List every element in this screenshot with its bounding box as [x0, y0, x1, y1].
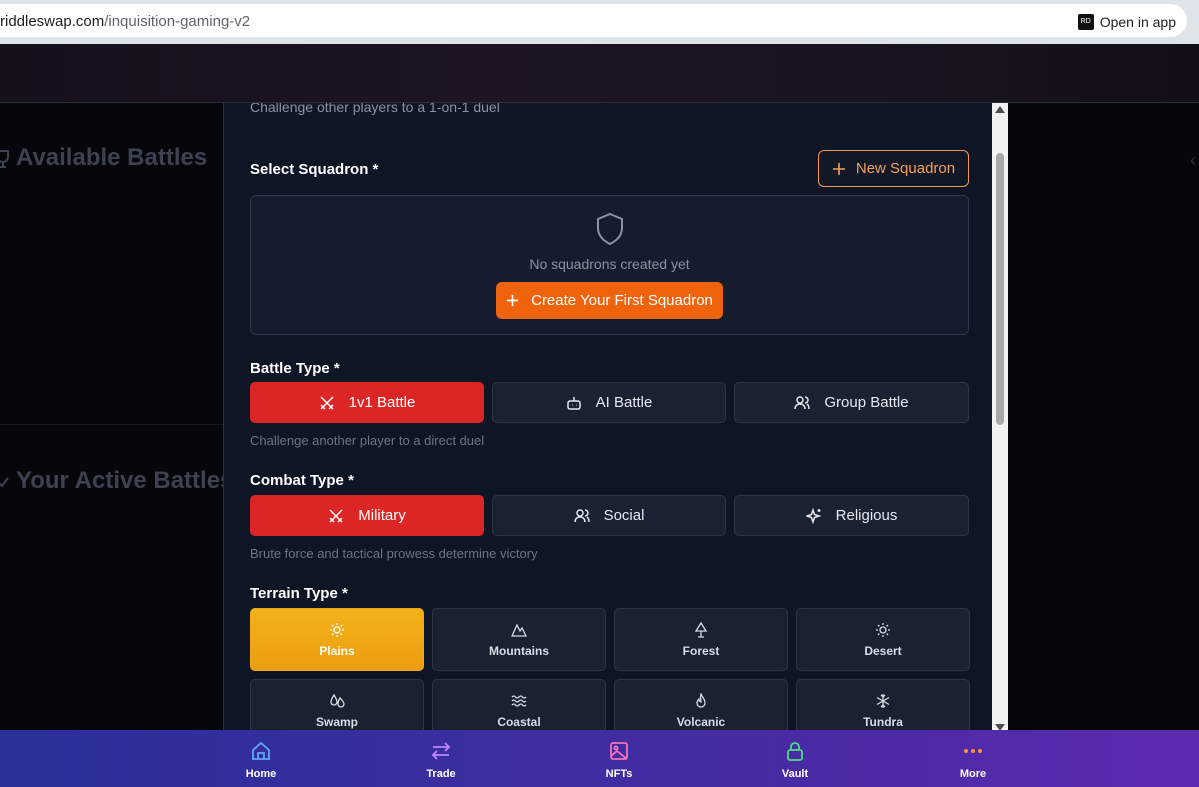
terrain-forest[interactable]: Forest [614, 608, 788, 671]
active-battles-label: Your Active Battles [16, 467, 234, 494]
terrain-desert-label: Desert [864, 643, 902, 658]
battle-type-group-label: Group Battle [824, 394, 909, 411]
select-squadron-label: Select Squadron * [250, 161, 379, 178]
mountain-icon [511, 622, 527, 637]
sun-icon [876, 622, 890, 637]
combat-type-label: Combat Type * [250, 472, 354, 489]
modal-scrollbar[interactable] [992, 103, 1008, 734]
combat-type-military-label: Military [358, 507, 406, 524]
page-header [0, 44, 1199, 103]
tree-icon [694, 621, 708, 638]
scroll-thumb[interactable] [996, 153, 1004, 425]
sun-icon [330, 622, 344, 637]
battle-type-ai[interactable]: AI Battle [492, 382, 726, 423]
battle-type-hint: Challenge another player to a direct due… [250, 433, 485, 448]
empty-squadron-text: No squadrons created yet [529, 256, 690, 272]
nav-more-label: More [959, 768, 987, 780]
modal-subtitle: Challenge other players to a 1-on-1 duel [250, 103, 500, 115]
flame-icon [696, 692, 706, 708]
waves-icon [511, 694, 527, 707]
combat-type-religious-label: Religious [835, 507, 898, 524]
home-icon [252, 741, 270, 760]
terrain-tundra-label: Tundra [863, 714, 903, 729]
lock-icon [787, 742, 803, 761]
plus-icon [832, 162, 845, 175]
nav-nfts[interactable]: NFTs [589, 740, 649, 780]
swords-icon [320, 395, 334, 410]
app-logo-icon: RD [1077, 13, 1094, 30]
combat-type-military[interactable]: Military [250, 495, 484, 536]
terrain-plains[interactable]: Plains [250, 608, 424, 671]
sparkles-icon [805, 507, 822, 524]
nav-trade-label: Trade [426, 768, 456, 780]
activity-icon [0, 477, 9, 488]
terrain-swamp[interactable]: Swamp [250, 679, 424, 734]
address-field[interactable]: riddleswap.com/inquisition-gaming-v2 RD … [0, 4, 1187, 37]
scroll-up-arrow-icon[interactable] [995, 106, 1005, 113]
terrain-tundra[interactable]: Tundra [796, 679, 970, 734]
terrain-type-label: Terrain Type * [250, 585, 348, 602]
combat-type-social[interactable]: Social [492, 495, 726, 536]
terrain-volcanic[interactable]: Volcanic [614, 679, 788, 734]
users-icon [794, 395, 811, 409]
nav-nfts-label: NFTs [605, 768, 633, 780]
browser-url-bar: riddleswap.com/inquisition-gaming-v2 RD … [0, 0, 1199, 44]
shield-icon [597, 212, 623, 246]
terrain-volcanic-label: Volcanic [676, 714, 726, 729]
swords-icon [329, 508, 343, 523]
terrain-mountains-label: Mountains [489, 643, 549, 658]
battle-type-label: Battle Type * [250, 360, 340, 377]
section-divider [0, 424, 224, 425]
battle-type-group[interactable]: Group Battle [734, 382, 969, 423]
nav-home[interactable]: Home [231, 740, 291, 780]
droplets-icon [330, 693, 345, 708]
bottom-navigation: Home Trade NFTs Vault More [0, 730, 1199, 787]
create-first-squadron-button[interactable]: Create Your First Squadron [496, 282, 723, 319]
new-squadron-label: New Squadron [855, 160, 956, 177]
terrain-desert[interactable]: Desert [796, 608, 970, 671]
terrain-mountains[interactable]: Mountains [432, 608, 606, 671]
dots-icon [964, 749, 982, 753]
terrain-plains-label: Plains [319, 643, 355, 658]
image-icon [610, 742, 628, 760]
chevron-left-icon: ‹ [1190, 150, 1196, 170]
available-battles-label: Available Battles [16, 144, 208, 171]
snowflake-icon [876, 693, 890, 708]
create-battle-modal: Challenge other players to a 1-on-1 duel… [223, 103, 1008, 734]
nav-more[interactable]: More [943, 740, 1003, 780]
new-squadron-button[interactable]: New Squadron [818, 150, 969, 187]
bot-icon [566, 396, 581, 410]
terrain-swamp-label: Swamp [315, 714, 358, 729]
nav-vault[interactable]: Vault [765, 740, 825, 780]
nav-trade[interactable]: Trade [411, 740, 471, 780]
open-in-app-label: Open in app [1099, 13, 1176, 30]
nav-home-label: Home [245, 768, 277, 780]
terrain-forest-label: Forest [682, 643, 720, 658]
battle-type-ai-label: AI Battle [595, 394, 653, 411]
plus-icon [507, 294, 519, 307]
squadron-empty-state: No squadrons created yet Create Your Fir… [250, 195, 969, 335]
combat-type-social-label: Social [603, 507, 645, 524]
trophy-icon [0, 150, 9, 168]
battle-type-1v1[interactable]: 1v1 Battle [250, 382, 484, 423]
open-in-app-button[interactable]: RD Open in app [1077, 10, 1176, 33]
terrain-coastal[interactable]: Coastal [432, 679, 606, 734]
active-battles-heading: Your Active Battles [0, 467, 233, 495]
users-icon [573, 508, 590, 522]
terrain-coastal-label: Coastal [497, 714, 541, 729]
available-battles-heading: Available Battles [0, 144, 207, 172]
combat-type-religious[interactable]: Religious [734, 495, 969, 536]
url-text[interactable]: riddleswap.com/inquisition-gaming-v2 [0, 13, 250, 30]
create-first-squadron-label: Create Your First Squadron [531, 292, 713, 309]
combat-type-hint: Brute force and tactical prowess determi… [250, 546, 538, 561]
nav-vault-label: Vault [781, 768, 809, 780]
battle-type-1v1-label: 1v1 Battle [348, 394, 416, 411]
arrows-icon [431, 742, 451, 760]
